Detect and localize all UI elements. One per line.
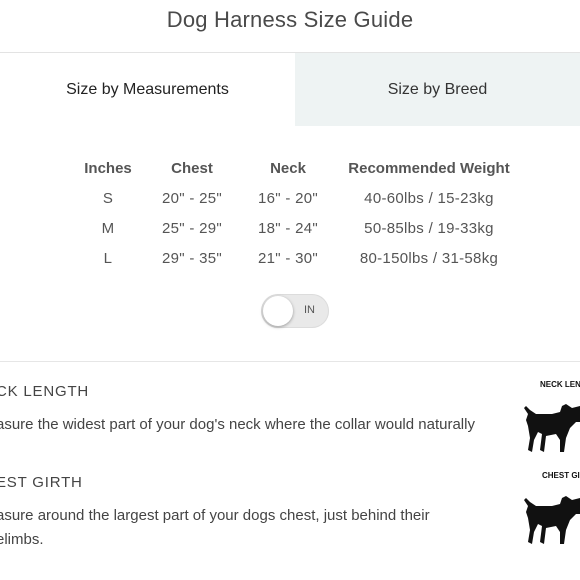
dog-silhouette-icon xyxy=(524,496,580,544)
table-row: L 29" - 35" 21" - 30" 80-150lbs / 31-58k… xyxy=(72,243,522,273)
chest-cell: 29" - 35" xyxy=(161,249,223,267)
page-header: Dog Harness Size Guide xyxy=(0,0,580,53)
dog-silhouette-icon xyxy=(524,404,580,452)
tab-label: Size by Measurements xyxy=(66,80,229,98)
table-row: S 20" - 25" 16" - 20" 40-60lbs / 15-23kg xyxy=(72,183,522,213)
section-divider xyxy=(0,361,580,362)
size-cell: M xyxy=(101,219,115,237)
tab-label: Size by Breed xyxy=(387,80,488,98)
chest-cell: 20" - 25" xyxy=(161,189,223,207)
neck-length-title: CK LENGTH xyxy=(0,383,90,400)
tab-size-by-breed[interactable]: Size by Breed xyxy=(295,53,580,126)
neck-length-text: asure the widest part of your dog's neck… xyxy=(0,416,475,433)
chest-girth-text-line-1: asure around the largest part of your do… xyxy=(0,507,430,524)
weight-cell: 80-150lbs / 31-58kg xyxy=(359,249,499,267)
neck-cell: 18" - 24" xyxy=(257,219,319,237)
toggle-knob xyxy=(263,296,293,326)
table-header-row: Inches Chest Neck Recommended Weight xyxy=(72,153,522,183)
size-table: Inches Chest Neck Recommended Weight S 2… xyxy=(72,153,522,273)
size-cell: S xyxy=(102,189,114,207)
chest-girth-text-line-2: elimbs. xyxy=(0,531,44,548)
unit-toggle[interactable]: IN xyxy=(261,294,329,328)
weight-cell: 50-85lbs / 19-33kg xyxy=(364,219,494,237)
column-header-weight: Recommended Weight xyxy=(348,159,510,177)
column-header-neck: Neck xyxy=(270,159,306,177)
page-title: Dog Harness Size Guide xyxy=(166,7,414,32)
chest-figure-label: CHEST GIR xyxy=(542,471,580,480)
column-header-chest: Chest xyxy=(171,159,213,177)
chest-girth-text: asure around the largest part of your do… xyxy=(0,504,496,552)
size-cell: L xyxy=(103,249,113,267)
column-header-inches: Inches xyxy=(84,159,132,177)
weight-cell: 40-60lbs / 15-23kg xyxy=(364,189,494,207)
neck-cell: 21" - 30" xyxy=(257,249,319,267)
neck-cell: 16" - 20" xyxy=(257,189,319,207)
chest-cell: 25" - 29" xyxy=(161,219,223,237)
table-row: M 25" - 29" 18" - 24" 50-85lbs / 19-33kg xyxy=(72,213,522,243)
chest-girth-title: EST GIRTH xyxy=(0,474,83,491)
neck-figure-label: NECK LENG xyxy=(540,380,580,389)
tab-bar: Size by Measurements Size by Breed xyxy=(0,53,580,126)
toggle-label: IN xyxy=(304,304,315,316)
tab-size-by-measurements[interactable]: Size by Measurements xyxy=(0,53,295,126)
